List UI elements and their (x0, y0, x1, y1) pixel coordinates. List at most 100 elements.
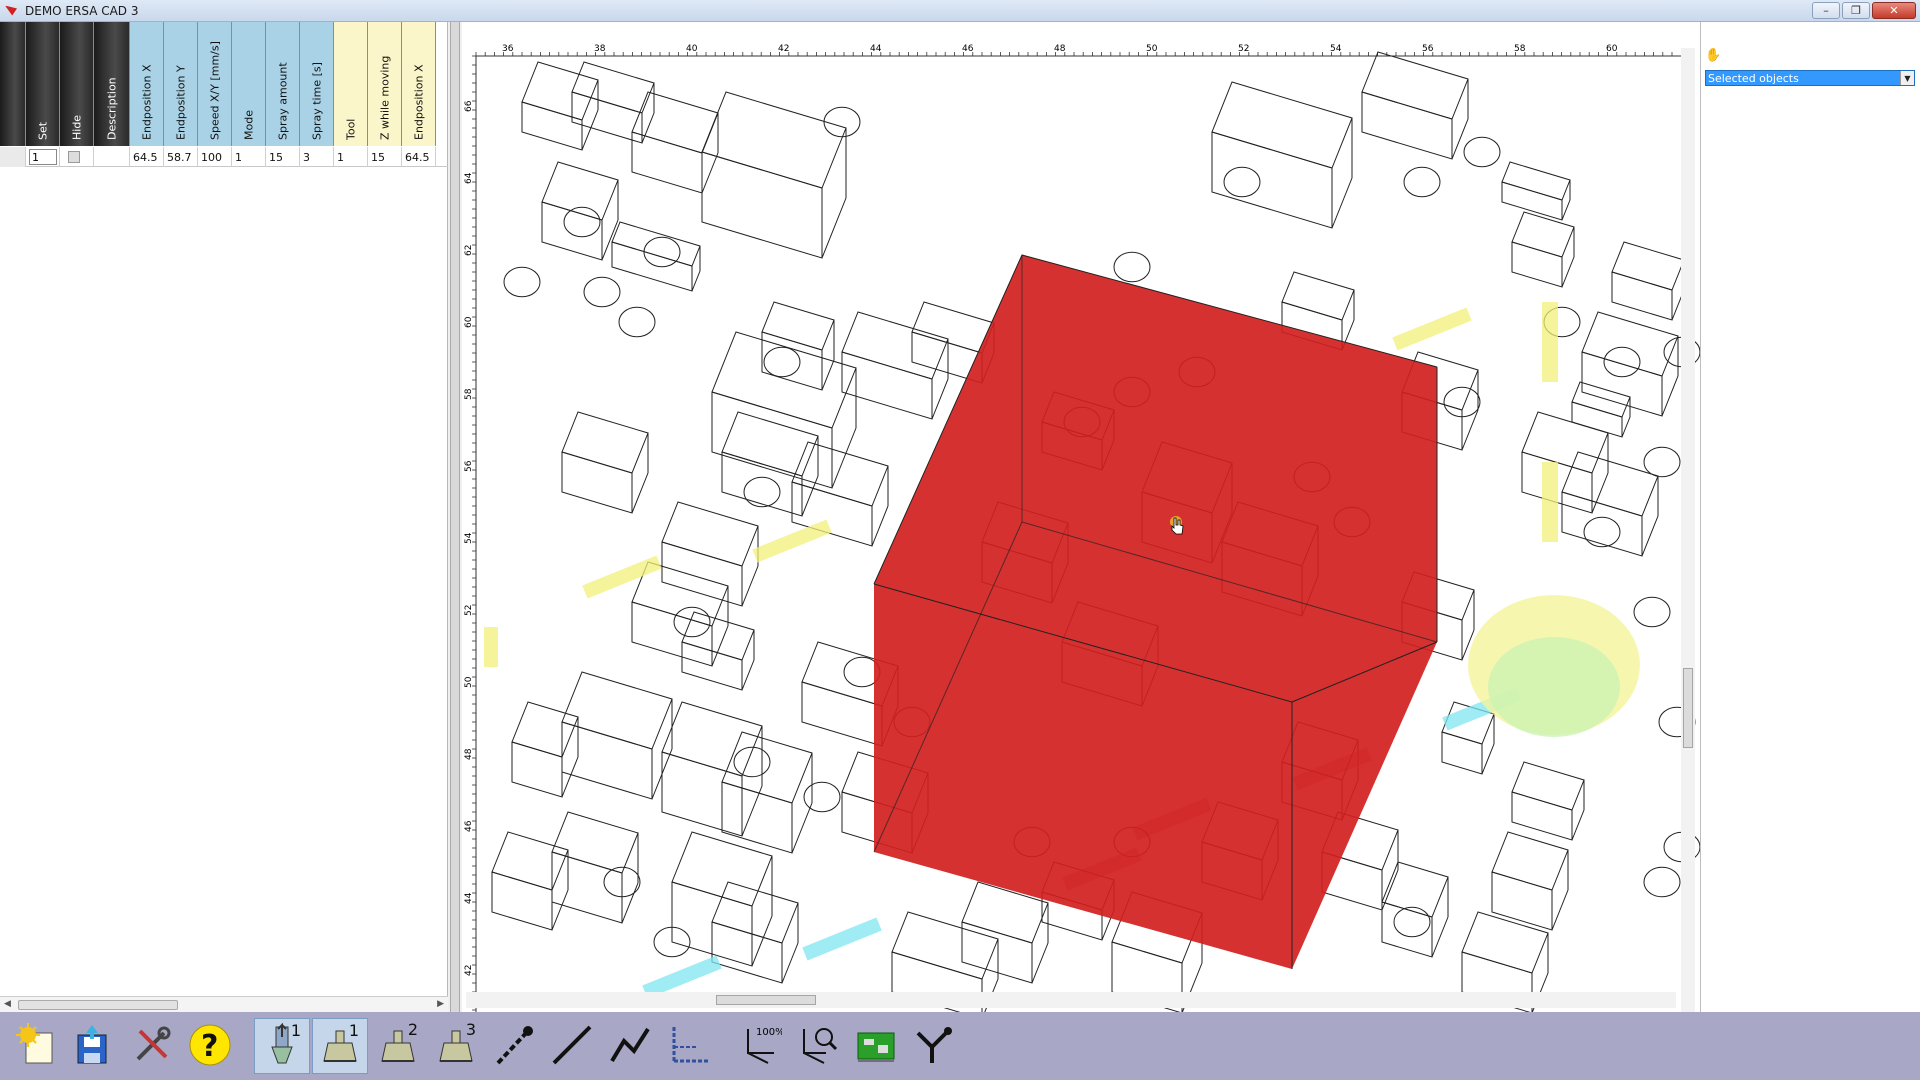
via-outline (583, 276, 621, 308)
column-header[interactable]: Speed X/Y [mm/s] (198, 22, 232, 146)
column-header[interactable]: Mode (232, 22, 266, 146)
line-icon (550, 1023, 594, 1070)
object-filter-select[interactable]: Selected objects ▼ (1705, 70, 1915, 86)
row-selector[interactable] (0, 147, 26, 167)
table-cell[interactable] (94, 147, 130, 167)
cad-3d-viewport[interactable]: 66 64 62 60 58 56 54 52 50 48 46 44 42 36 38 40 42 44 46 4… (462, 22, 1700, 1018)
component-outline (721, 411, 819, 517)
set-input[interactable] (29, 149, 57, 165)
table-cell[interactable]: 100 (198, 147, 232, 167)
zoom-100-button[interactable]: 100% (732, 1018, 788, 1074)
table-cell[interactable]: 64.5 (130, 147, 164, 167)
table-cell[interactable]: 3 (300, 147, 334, 167)
table-cell[interactable]: 64.5 (402, 147, 436, 167)
scroll-right-icon[interactable]: ▶ (437, 999, 444, 1009)
table-cell[interactable]: 58.7 (164, 147, 198, 167)
scrollbar-thumb[interactable] (18, 1000, 178, 1010)
close-button[interactable]: ✕ (1872, 2, 1916, 19)
component-outline (721, 731, 813, 854)
selected-component-box[interactable] (873, 254, 1438, 969)
pcb-3d-view[interactable]: 66 64 62 60 58 56 54 52 50 48 46 44 42 36 38 40 42 44 46 4… (462, 22, 1700, 1012)
svg-text:?: ? (201, 1029, 218, 1064)
column-header[interactable]: Spray time [s] (300, 22, 334, 146)
viewport-vertical-scrollbar[interactable] (1681, 48, 1695, 1018)
window-controls: – ❐ ✕ (1812, 2, 1916, 19)
ruler-label: 56 (464, 460, 474, 472)
column-header[interactable]: Hide (60, 22, 94, 146)
ruler-label: 52 (1238, 44, 1249, 54)
help-button[interactable]: ? (182, 1018, 238, 1074)
column-header[interactable]: Tool (334, 22, 368, 146)
via-outline (1643, 446, 1681, 478)
line-tool-button[interactable] (544, 1018, 600, 1074)
column-header[interactable] (0, 22, 26, 146)
column-header[interactable]: Set (26, 22, 60, 146)
column-header[interactable]: Endposition X (402, 22, 436, 146)
component-outline (1501, 161, 1571, 221)
viewport-horizontal-scrollbar[interactable] (466, 992, 1676, 1008)
checkbox-icon[interactable] (68, 151, 80, 163)
via-outline (1643, 866, 1681, 898)
tool-3-button[interactable]: 3 (428, 1018, 484, 1074)
scroll-left-icon[interactable]: ◀ (4, 999, 11, 1009)
set-field[interactable] (26, 147, 60, 167)
column-header[interactable]: Endposition X (130, 22, 164, 146)
zoom-view-button[interactable] (790, 1018, 846, 1074)
table-row[interactable]: 64.558.7100115311564.5 (0, 147, 448, 167)
column-header-label: Spray amount (276, 62, 289, 140)
via-outline (643, 236, 681, 268)
point-tool-button[interactable] (486, 1018, 542, 1074)
component-outline (1561, 451, 1659, 557)
board-view-button[interactable] (848, 1018, 904, 1074)
via-outline (1583, 516, 1621, 548)
panel-splitter[interactable] (450, 22, 460, 1012)
table-cell[interactable]: 15 (266, 147, 300, 167)
axis-view-button[interactable] (660, 1018, 716, 1074)
ruler-label: 46 (464, 820, 474, 832)
scrollbar-thumb[interactable] (1683, 668, 1693, 748)
column-header[interactable]: Endposition Y (164, 22, 198, 146)
scrollbar-thumb[interactable] (716, 995, 816, 1005)
spray-tool-1-button[interactable]: 1 (254, 1018, 310, 1074)
chevron-down-icon[interactable]: ▼ (1900, 71, 1914, 85)
toolbar-separator (240, 1018, 252, 1074)
via-outline (743, 476, 781, 508)
table-cell[interactable]: 1 (334, 147, 368, 167)
parameter-grid-panel: Set Hide Description Endposition X Endpositi… (0, 22, 448, 1012)
tool-1-button[interactable]: 1 (312, 1018, 368, 1074)
via-outline (1223, 166, 1261, 198)
object-properties-panel: ✋ Selected objects ▼ (1700, 22, 1920, 1012)
spray-area-green (1488, 637, 1620, 737)
ruler-label: 42 (778, 44, 789, 54)
save-button[interactable] (66, 1018, 122, 1074)
table-cell[interactable]: 15 (368, 147, 402, 167)
minimize-button[interactable]: – (1812, 2, 1840, 19)
new-project-button[interactable] (8, 1018, 64, 1074)
floppy-upload-icon (72, 1023, 116, 1070)
component-outline (661, 501, 759, 607)
column-header-label: Z while moving (378, 55, 391, 140)
restore-button[interactable]: ❐ (1842, 2, 1870, 19)
path-tool-button[interactable] (906, 1018, 962, 1074)
hide-checkbox[interactable] (60, 147, 94, 167)
polyline-tool-button[interactable] (602, 1018, 658, 1074)
tool-2-button[interactable]: 2 (370, 1018, 426, 1074)
column-header[interactable]: Description (94, 22, 130, 146)
via-outline (1393, 906, 1431, 938)
ruler-label: 44 (870, 44, 882, 54)
via-outline (803, 781, 841, 813)
via-outline (503, 266, 541, 298)
table-cell[interactable]: 1 (232, 147, 266, 167)
grid-horizontal-scrollbar[interactable]: ◀ ▶ (0, 996, 448, 1012)
ruler-label: 54 (464, 532, 474, 544)
selection-hand-icon[interactable]: ✋ (1705, 48, 1723, 64)
wrench-screwdriver-icon (130, 1023, 174, 1070)
tools-button[interactable] (124, 1018, 180, 1074)
main-toolbar: ? 1 1 2 3 100% (0, 1012, 1920, 1080)
svg-text:100%: 100% (756, 1027, 782, 1038)
via-outline (673, 606, 711, 638)
column-header[interactable]: Z while moving (368, 22, 402, 146)
spray-mark (802, 917, 882, 961)
component-outline (1511, 211, 1575, 288)
column-header[interactable]: Spray amount (266, 22, 300, 146)
